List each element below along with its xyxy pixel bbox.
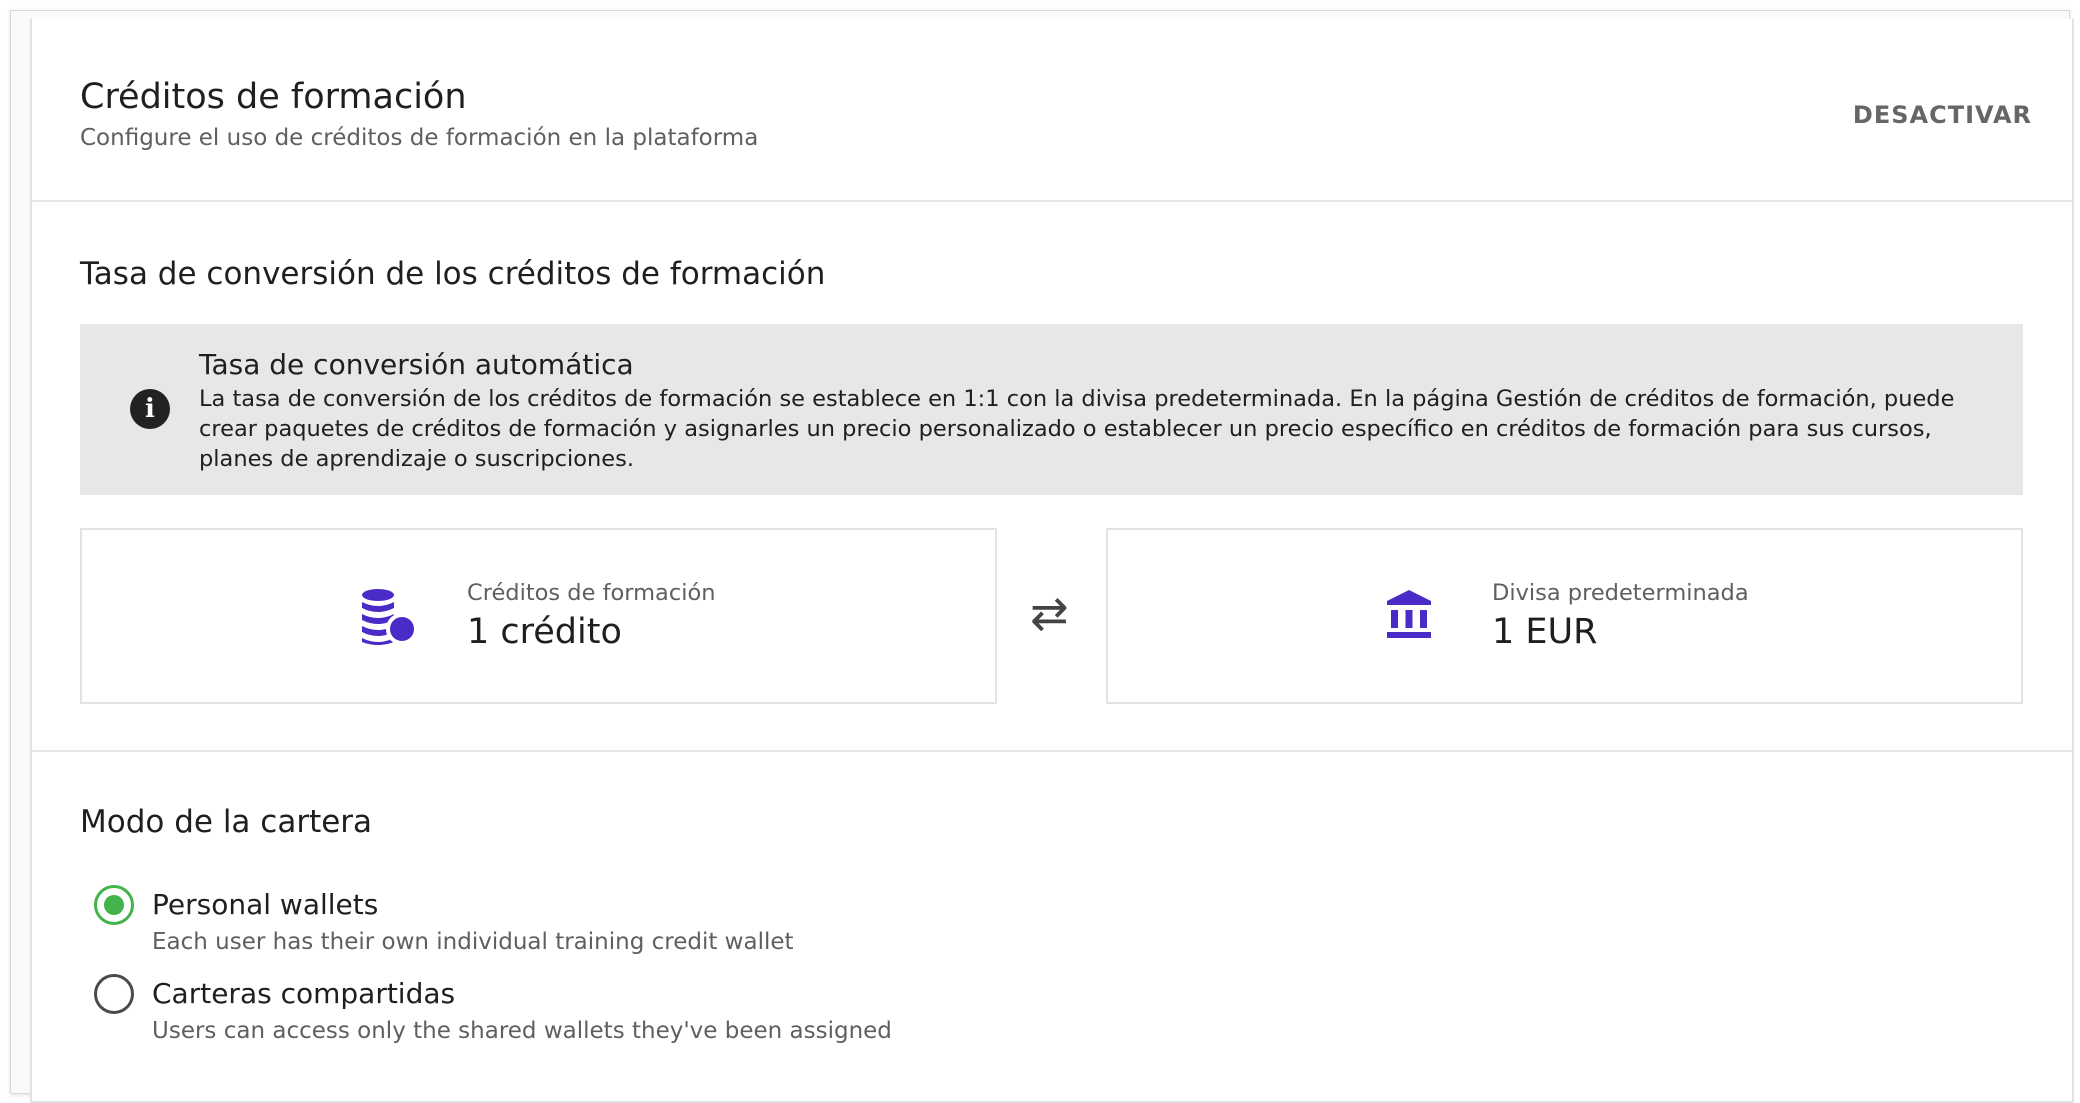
info-banner-text: La tasa de conversión de los créditos de… bbox=[199, 386, 1955, 472]
personal-wallets-radio[interactable] bbox=[94, 885, 134, 925]
wallet-mode-section: Modo de la cartera Personal wallets Each… bbox=[32, 752, 2072, 1101]
coins-icon bbox=[362, 589, 418, 645]
wallet-section-title: Modo de la cartera bbox=[80, 804, 373, 840]
page-title: Créditos de formación bbox=[80, 77, 467, 117]
training-credits-card: Créditos de formación Configure el uso d… bbox=[30, 19, 2074, 1103]
conversion-rate-section: Tasa de conversión de los créditos de fo… bbox=[32, 202, 2072, 752]
credits-value: 1 crédito bbox=[467, 612, 622, 652]
shared-wallets-description: Users can access only the shared wallets… bbox=[152, 1018, 892, 1044]
currency-value: 1 EUR bbox=[1492, 612, 1598, 652]
swap-arrows-icon: ⇄ bbox=[1030, 586, 1069, 640]
currency-label: Divisa predeterminada bbox=[1492, 580, 1749, 606]
info-icon: i bbox=[130, 389, 170, 429]
credits-box: Créditos de formación 1 crédito bbox=[80, 528, 997, 704]
window-frame: Créditos de formación Configure el uso d… bbox=[10, 10, 2074, 1103]
shared-wallets-radio[interactable] bbox=[94, 974, 134, 1014]
shared-wallets-label[interactable]: Carteras compartidas bbox=[152, 977, 455, 1010]
personal-wallets-description: Each user has their own individual train… bbox=[152, 929, 794, 955]
conversion-section-title: Tasa de conversión de los créditos de fo… bbox=[80, 256, 826, 292]
deactivate-button[interactable]: DESACTIVAR bbox=[1853, 101, 2032, 129]
personal-wallets-label[interactable]: Personal wallets bbox=[152, 888, 378, 921]
bank-icon bbox=[1387, 590, 1431, 638]
info-banner: i Tasa de conversión automática La tasa … bbox=[80, 324, 2023, 495]
info-banner-title: Tasa de conversión automática bbox=[199, 348, 634, 381]
card-header: Créditos de formación Configure el uso d… bbox=[32, 19, 2072, 202]
page-subtitle: Configure el uso de créditos de formació… bbox=[80, 125, 759, 151]
credits-label: Créditos de formación bbox=[467, 580, 716, 606]
currency-box: Divisa predeterminada 1 EUR bbox=[1106, 528, 2023, 704]
